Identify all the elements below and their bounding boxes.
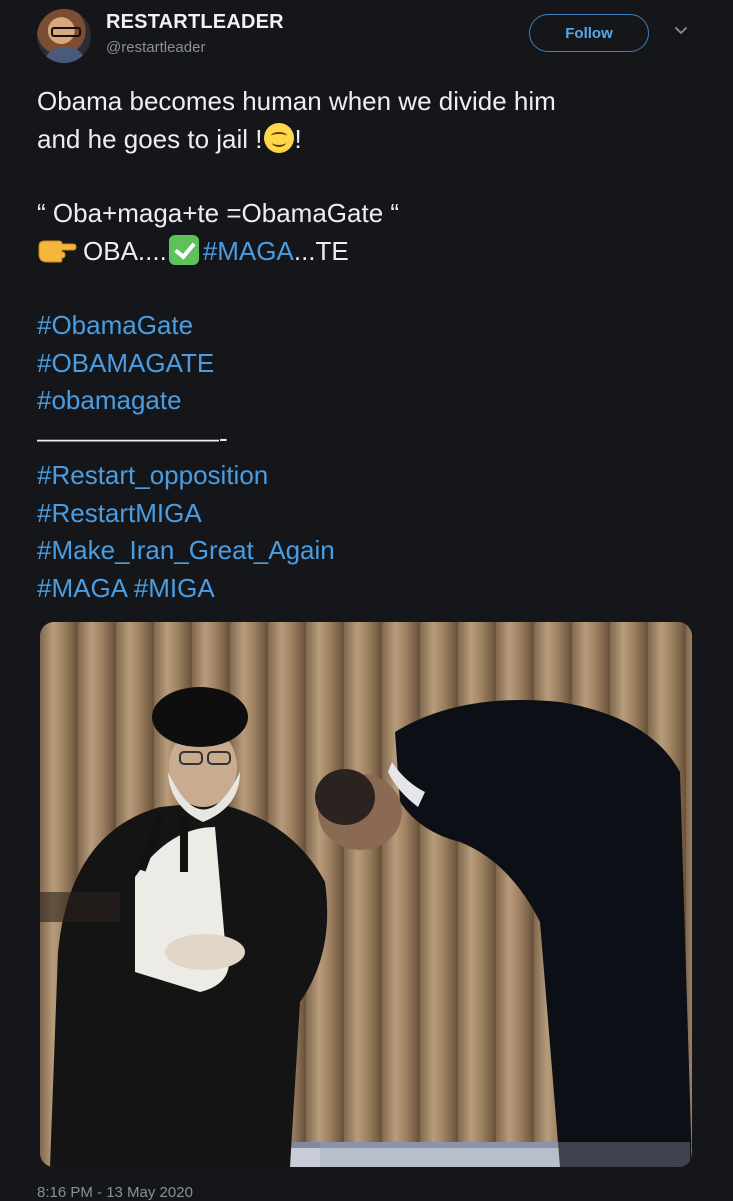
text-line: Obama becomes human when we divide him — [37, 86, 556, 116]
hashtag-link[interactable]: #Make_Iran_Great_Again — [37, 532, 707, 570]
text-line: OBA.... #MAGA...TE — [37, 233, 707, 271]
tweet-text: Obama becomes human when we divide him a… — [37, 80, 707, 607]
hashtag-link[interactable]: #MAGA #MIGA — [37, 570, 707, 608]
smiling-face-emoji-icon — [263, 122, 294, 153]
tweet-header: RESTARTLEADER @restartleader Follow — [0, 0, 733, 80]
follow-button[interactable]: Follow — [529, 14, 649, 52]
hashtag-link[interactable]: #obamagate — [37, 382, 707, 420]
check-mark-emoji-icon — [168, 234, 199, 265]
divider-text: ———————- — [37, 422, 228, 453]
photo-image — [40, 622, 692, 1167]
hashtag-link[interactable]: #MAGA — [203, 236, 294, 266]
avatar[interactable] — [37, 9, 91, 63]
tweet-photo[interactable] — [40, 622, 692, 1167]
hashtag-link[interactable]: #OBAMAGATE — [37, 345, 707, 383]
author-name[interactable]: RESTARTLEADER — [106, 11, 284, 34]
hashtag-link[interactable]: #ObamaGate — [37, 307, 707, 345]
pointing-right-emoji-icon — [38, 240, 77, 262]
hashtag-link[interactable]: #RestartMIGA — [37, 495, 707, 533]
chevron-down-icon[interactable] — [674, 24, 688, 38]
author-handle[interactable]: @restartleader — [106, 39, 205, 56]
text-line: and he goes to jail !! — [37, 122, 302, 154]
text-line: “ Oba+maga+te =ObamaGate “ — [37, 198, 400, 228]
hashtag-link[interactable]: #Restart_opposition — [37, 457, 707, 495]
tweet-timestamp[interactable]: 8:16 PM - 13 May 2020 — [37, 1184, 193, 1201]
